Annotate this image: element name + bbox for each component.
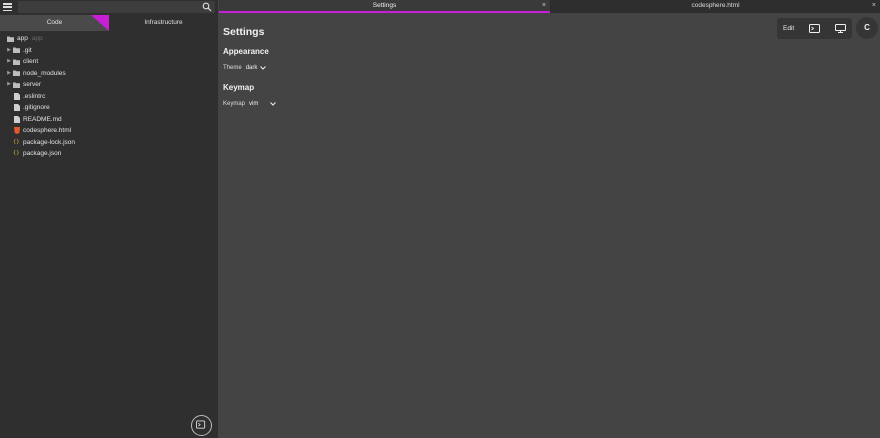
close-icon[interactable]: × [872,0,876,11]
refresh-button[interactable]: C [856,17,878,39]
settings-panel: Settings Appearance Theme dark Keymap Ke… [219,13,880,438]
tree-item-label: package-lock.json [23,138,76,146]
section-keymap-heading: Keymap [223,83,255,92]
tree-item-git[interactable]: ▶ .git [0,45,218,57]
chevron-right-icon[interactable]: ▶ [5,56,13,68]
chevron-right-icon[interactable]: ▶ [5,79,13,91]
tree-item-label: client [23,58,39,65]
tree-item-server[interactable]: ▶ server [0,79,218,91]
tab-code[interactable]: Code [0,15,109,31]
close-icon[interactable]: × [542,0,546,11]
menu-icon[interactable] [3,3,12,12]
tree-item-label: app [17,35,28,42]
editor-tab-bar: Settings × codesphere.html × [219,0,880,13]
tree-item-node-modules[interactable]: ▶ node_modules [0,68,218,80]
tree-item-label: node_modules [23,69,66,77]
active-tab-corner-marker [91,15,109,31]
tree-item-label: .gitignore [23,104,50,111]
sidebar-tabs: Code Infrastructure [0,15,218,31]
tab-codesphere-html-label: codesphere.html [691,2,740,9]
folder-icon [13,82,20,88]
file-icon [14,92,20,100]
tab-settings-label: Settings [372,2,397,9]
theme-label: Theme [223,65,242,71]
chevron-right-icon[interactable]: ▶ [5,68,13,80]
tree-item-label: .git [23,46,32,54]
file-icon [14,104,20,112]
keymap-select[interactable]: vim [249,101,258,107]
folder-icon [13,47,20,54]
tree-item-eslintrc[interactable]: .eslintrc [0,91,218,103]
file-icon [14,115,20,123]
search-icon[interactable] [202,2,212,12]
theme-select[interactable]: dark [246,65,258,71]
terminal-icon [196,420,206,429]
json-icon: {} [13,150,20,156]
open-terminal-button[interactable] [191,415,212,436]
tree-item-label: package.json [23,150,62,157]
file-tree: app app ▶ .git ▶ client ▶ node_modules ▶… [0,33,218,160]
tab-code-label: Code [46,19,63,26]
sidebar-header [0,0,218,14]
terminal-icon[interactable] [809,24,821,33]
folder-open-icon [7,36,14,42]
folder-icon [13,59,20,65]
tree-item-label: README.md [23,115,62,123]
tree-item-readme[interactable]: README.md [0,114,218,126]
keymap-setting: Keymap vim [223,101,277,107]
chevron-down-icon[interactable] [270,102,277,106]
monitor-icon[interactable] [835,24,847,33]
folder-icon [13,70,20,77]
tree-item-label: codesphere.html [23,127,72,134]
theme-setting: Theme dark [223,65,267,71]
search-input[interactable] [18,1,215,13]
tree-item-label: server [23,81,42,88]
preview-toolbar: Edit [777,18,852,39]
chevron-down-icon[interactable] [260,66,267,70]
chevron-right-icon[interactable]: ▶ [5,45,13,57]
tab-infrastructure[interactable]: Infrastructure [109,15,218,31]
tree-item-client[interactable]: ▶ client [0,56,218,68]
tree-root-extra: app [31,35,43,42]
file-explorer-sidebar: Code Infrastructure app app ▶ .git ▶ cli… [0,0,218,438]
keymap-label: Keymap [223,101,246,107]
tree-item-gitignore[interactable]: .gitignore [0,102,218,114]
edit-button[interactable]: Edit [783,25,794,32]
json-icon: {} [13,138,20,145]
page-title: Settings [223,26,265,38]
tree-item-package-lock[interactable]: {} package-lock.json [0,137,218,149]
html5-icon [14,127,20,135]
section-appearance-heading: Appearance [223,47,269,56]
tab-codesphere-html[interactable]: codesphere.html × [551,0,880,13]
tree-item-label: .eslintrc [23,92,46,100]
tree-item-codesphere-html[interactable]: codesphere.html [0,125,218,137]
tree-item-package-json[interactable]: {} package.json [0,148,218,160]
tab-infrastructure-label: Infrastructure [144,19,183,26]
tab-settings[interactable]: Settings × [219,0,550,13]
tree-root-app[interactable]: app app [0,33,218,45]
